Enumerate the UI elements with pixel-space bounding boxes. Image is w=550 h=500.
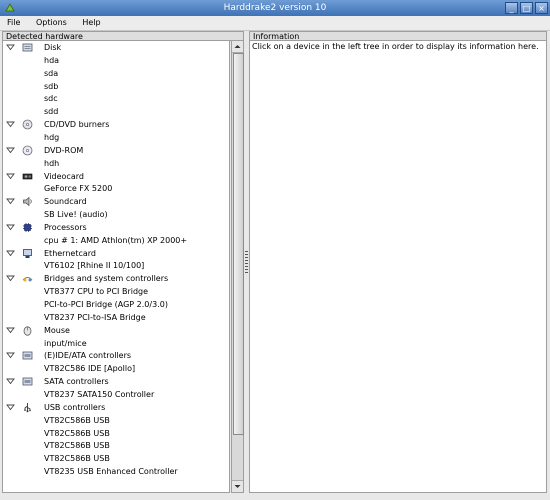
detected-hardware-pane: Detected hardware Disk hda sda sdb sdc sdd CD/…	[2, 31, 244, 493]
scroll-down-button[interactable]	[232, 480, 243, 492]
expand-triangle-icon[interactable]	[6, 170, 15, 183]
close-icon: ×	[538, 4, 545, 13]
expand-triangle-icon[interactable]	[6, 144, 15, 157]
tree-device-label: VT82C586B USB	[44, 454, 110, 464]
minimize-button[interactable]: _	[505, 2, 518, 14]
app-logo-icon	[5, 3, 15, 12]
information-placeholder: Click on a device in the left tree in or…	[252, 42, 539, 51]
information-body: Click on a device in the left tree in or…	[249, 41, 547, 493]
tree-device-label: cpu # 1: AMD Athlon(tm) XP 2000+	[44, 235, 188, 245]
tree-category-label: Bridges and system controllers	[44, 274, 169, 284]
expand-triangle-icon[interactable]	[6, 195, 15, 208]
bridge-icon	[22, 277, 33, 282]
detected-hardware-header: Detected hardware	[2, 31, 244, 41]
tree-category-label: Mouse	[44, 325, 70, 335]
tree-device-label: sdc	[44, 94, 58, 104]
scroll-down-icon	[234, 485, 241, 488]
mouse-icon	[23, 326, 32, 336]
tree-category-label: SATA controllers	[44, 377, 109, 387]
dvd-icon	[22, 145, 33, 156]
tree-device-label: hdh	[44, 158, 60, 168]
tree-category-label: USB controllers	[44, 402, 106, 412]
tree-category-label: Soundcard	[44, 197, 87, 207]
tree-device-label: VT82C586 IDE [Apollo]	[44, 364, 136, 374]
menu-file[interactable]: File	[0, 16, 26, 30]
maximize-icon: □	[522, 4, 531, 13]
menu-help[interactable]: Help	[75, 16, 106, 30]
menu-bar: File Options Help	[0, 16, 550, 31]
usb-icon	[24, 402, 31, 412]
disk-icon	[22, 43, 33, 52]
cdrom-icon	[22, 119, 33, 130]
tree-device-label: VT82C586B USB	[44, 441, 110, 451]
tree-category-label: CD/DVD burners	[44, 120, 110, 130]
tree-device-label: input/mice	[44, 338, 87, 348]
expand-triangle-icon[interactable]	[6, 247, 15, 260]
expand-triangle-icon[interactable]	[6, 401, 15, 414]
expand-triangle-icon[interactable]	[6, 324, 15, 337]
tree-device-label: VT8235 USB Enhanced Controller	[44, 467, 178, 477]
tree-category-label: Videocard	[44, 171, 84, 181]
tree-device-label: VT6102 [Rhine II 10/100]	[44, 261, 145, 271]
scroll-up-icon	[234, 45, 241, 48]
tree-category-label: DVD-ROM	[44, 145, 84, 155]
tree-device-label: GeForce FX 5200	[44, 184, 113, 194]
expand-triangle-icon[interactable]	[6, 41, 15, 54]
close-button[interactable]: ×	[535, 2, 548, 14]
tree-device-label: hdg	[44, 132, 60, 142]
expand-triangle-icon[interactable]	[6, 349, 15, 362]
tree-category-label: Ethernetcard	[44, 248, 96, 258]
videocard-icon	[22, 173, 33, 179]
expand-triangle-icon[interactable]	[6, 221, 15, 234]
expand-triangle-icon[interactable]	[6, 272, 15, 285]
title-bar[interactable]: Harddrake2 version 10 _ □ ×	[0, 0, 550, 16]
tree-device-label: VT8377 CPU to PCI Bridge	[44, 287, 149, 297]
tree-device-label: VT82C586B USB	[44, 415, 110, 425]
tree-device-label: VT8237 PCI-to-ISA Bridge	[44, 312, 146, 322]
network-icon	[23, 248, 32, 258]
scroll-up-button[interactable]	[232, 41, 243, 53]
maximize-button[interactable]: □	[520, 2, 533, 14]
tree-category-label: (E)IDE/ATA controllers	[44, 351, 132, 361]
hardware-tree[interactable]: Disk hda sda sdb sdc sdd CD/DVD burners hdg DVD-…	[2, 41, 230, 493]
scroll-thumb[interactable]	[233, 53, 244, 435]
information-header: Information	[249, 31, 547, 41]
window-title: Harddrake2 version 10	[223, 3, 327, 13]
expand-triangle-icon[interactable]	[6, 118, 15, 131]
tree-device-label: hda	[44, 55, 60, 65]
tree-device-label: PCI-to-PCI Bridge (AGP 2.0/3.0)	[44, 300, 168, 309]
tree-scrollbar[interactable]	[231, 41, 244, 493]
expand-triangle-icon[interactable]	[6, 375, 15, 388]
tree-device-label: VT82C586B USB	[44, 428, 110, 438]
tree-device-label: sda	[44, 68, 59, 78]
tree-device-label: sdb	[44, 81, 59, 91]
controller-icon	[22, 351, 33, 360]
tree-category-label: Processors	[44, 222, 87, 232]
speaker-icon	[23, 196, 32, 207]
splitter-grip-icon	[245, 251, 248, 273]
minimize-icon: _	[509, 4, 514, 13]
tree-device-label: sdd	[44, 107, 59, 117]
tree-device-label: SB Live! (audio)	[44, 210, 108, 220]
menu-options[interactable]: Options	[29, 16, 73, 30]
tree-category-label: Disk	[44, 43, 62, 52]
cpu-icon	[23, 222, 32, 232]
tree-device-label: VT8237 SATA150 Controller	[44, 389, 155, 399]
controller-icon	[22, 377, 33, 386]
information-pane: Information Click on a device in the lef…	[249, 31, 547, 493]
